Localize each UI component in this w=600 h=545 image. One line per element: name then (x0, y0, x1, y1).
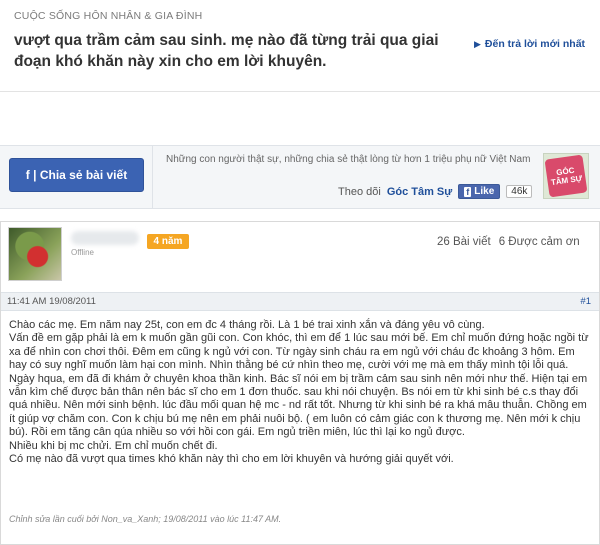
member-tenure-badge: 4 năm (147, 234, 189, 249)
divider (152, 146, 153, 208)
community-slogan: Những con người thật sự, những chia sẻ t… (166, 154, 531, 165)
post-paragraph: Chào các mẹ. Em năm nay 25t, con em đc 4… (9, 319, 485, 331)
follow-row: Theo dõi Góc Tâm Sự f Like 46k (338, 184, 533, 199)
breadcrumb[interactable]: CUỘC SỐNG HÔN NHÂN & GIA ĐÌNH (14, 10, 202, 22)
logo-line2: TÂM SỰ (550, 173, 583, 188)
share-bar: f | Chia sẻ bài viết Những con người thậ… (0, 145, 600, 209)
like-label: Like (474, 186, 495, 197)
post-paragraph: Nhiều khi bị mc chửi. Em chỉ muốn chết đ… (9, 439, 218, 452)
jump-latest-reply-link[interactable]: ▶ Đến trả lời mới nhất (474, 38, 585, 50)
brand-link[interactable]: Góc Tâm Sự (387, 186, 452, 198)
username-redacted[interactable] (71, 231, 139, 245)
post-body: Chào các mẹ. Em năm nay 25t, con em đc 4… (9, 319, 593, 466)
goc-tam-su-logo[interactable]: GÓC TÂM SỰ (543, 153, 589, 199)
thread-header: CUỘC SỐNG HÔN NHÂN & GIA ĐÌNH vượt qua t… (0, 0, 600, 92)
facebook-icon: f (464, 186, 472, 197)
post-author-header: Offline 4 năm 26 Bài viết 6 Được cảm ơn (1, 222, 599, 290)
thanks-count: 6 Được cảm ơn (498, 236, 580, 248)
post: Offline 4 năm 26 Bài viết 6 Được cảm ơn … (0, 221, 600, 545)
jump-latest-label: Đến trả lời mới nhất (484, 38, 586, 50)
follow-text: Theo dõi (338, 185, 381, 198)
share-post-button[interactable]: f | Chia sẻ bài viết (9, 158, 144, 192)
avatar[interactable] (8, 227, 62, 281)
facebook-like-button[interactable]: f Like (458, 184, 501, 199)
post-meta-bar: 11:41 AM 19/08/2011 #1 (1, 292, 599, 311)
like-count: 46k (506, 185, 533, 198)
post-timestamp: 11:41 AM 19/08/2011 (7, 296, 96, 307)
arrow-right-icon: ▶ (474, 38, 481, 49)
author-stats: 26 Bài viết 6 Được cảm ơn (437, 236, 580, 248)
post-number-link[interactable]: #1 (580, 296, 591, 307)
post-paragraph: Vấn đề em gặp phải là em k muốn gần gũi … (9, 332, 589, 372)
logo-badge: GÓC TÂM SỰ (544, 154, 588, 198)
online-status: Offline (71, 248, 94, 257)
post-paragraph: Có mẹ nào đã vượt qua times khó khăn này… (9, 453, 454, 466)
page-title: vượt qua trầm cảm sau sinh. mẹ nào đã từ… (14, 32, 439, 70)
post-count: 26 Bài viết (437, 236, 491, 248)
post-paragraph: Ngày hqua, em đã đi khám ở chuyên khoa t… (9, 372, 588, 439)
edit-note: Chỉnh sửa lần cuối bởi Non_va_Xanh; 19/0… (9, 514, 282, 524)
